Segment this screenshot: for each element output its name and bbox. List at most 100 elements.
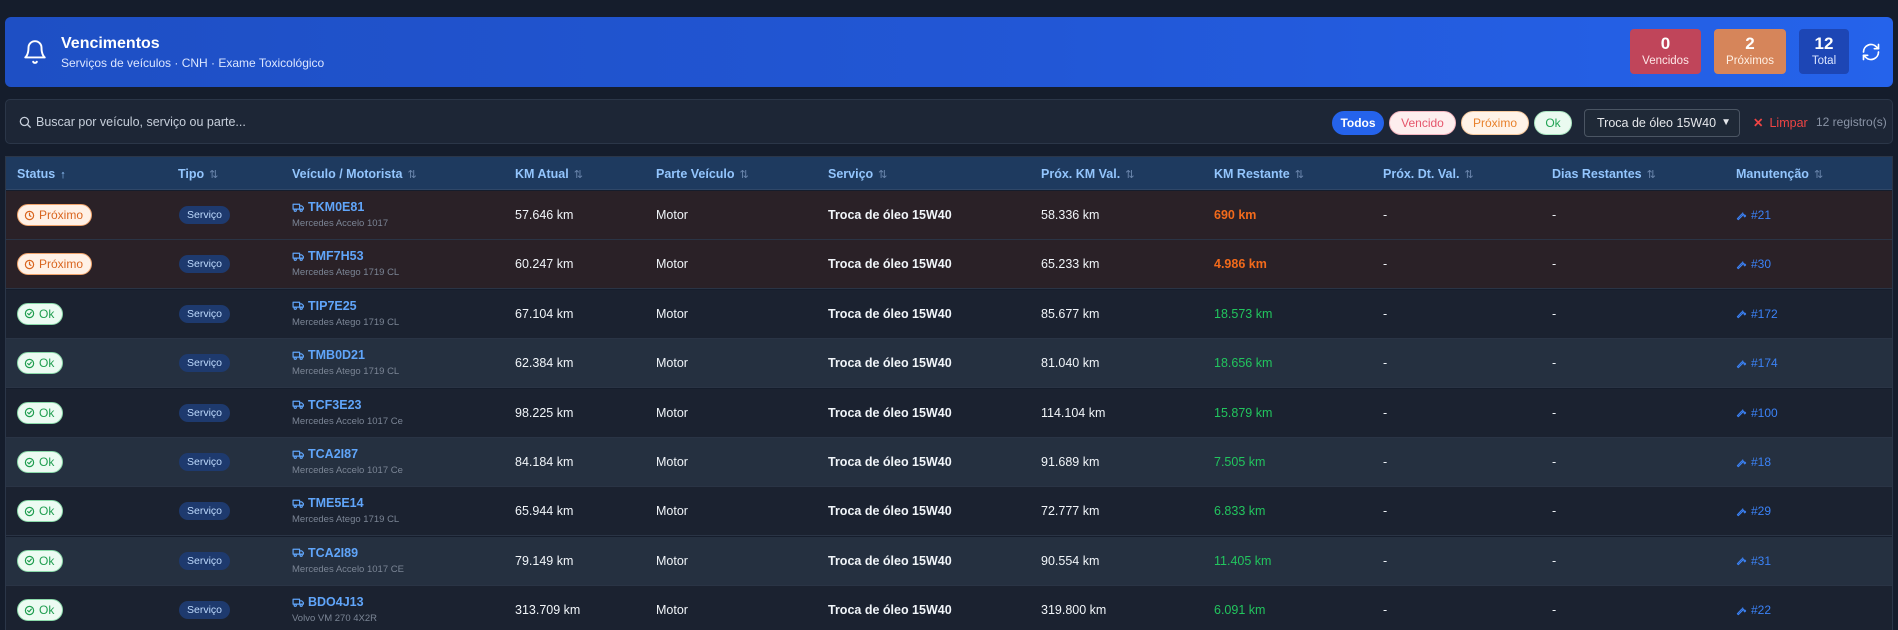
maintenance-link[interactable]: #30 — [1736, 257, 1771, 271]
maintenance-link[interactable]: #29 — [1736, 504, 1771, 518]
vehicle-cell: TCF3E23 Mercedes Accelo 1017 Ce — [292, 398, 403, 427]
maintenance-link[interactable]: #100 — [1736, 406, 1778, 420]
col-parte-header[interactable]: Parte Veículo ⇅ — [656, 167, 749, 181]
table-row[interactable]: Próximo Serviço TKM0E81 Mercedes Accelo … — [6, 191, 1892, 240]
vehicle-plate-link[interactable]: TKM0E81 — [292, 200, 388, 214]
parte-veiculo: Motor — [656, 603, 688, 618]
col-servico-label: Serviço — [828, 167, 874, 181]
vehicle-plate: TKM0E81 — [308, 200, 365, 214]
km-atual: 57.646 km — [515, 208, 574, 222]
col-prox-km-header[interactable]: Próx. KM Val. ⇅ — [1041, 167, 1134, 181]
dias-restantes: - — [1552, 306, 1557, 321]
parte-veiculo: Motor — [656, 504, 688, 519]
vehicle-model: Mercedes Atego 1719 CL — [292, 366, 400, 378]
col-km-atual-label: KM Atual — [515, 167, 569, 181]
prox-km-val: 114.104 km — [1041, 405, 1106, 420]
parte-veiculo: Motor — [656, 405, 688, 420]
clear-filters-button[interactable]: ✕ Limpar — [1753, 115, 1808, 130]
parte-veiculo: Motor — [656, 356, 688, 371]
maintenance-link[interactable]: #18 — [1736, 455, 1771, 469]
table-row[interactable]: Próximo Serviço TMF7H53 Mercedes Atego 1… — [6, 240, 1892, 290]
stat-vencidos-label: Vencidos — [1642, 55, 1689, 67]
vehicle-plate-link[interactable]: TCF3E23 — [292, 398, 403, 412]
prox-dt-val: - — [1383, 553, 1388, 568]
km-atual: 84.184 km — [515, 455, 574, 469]
vehicle-plate-link[interactable]: TMB0D21 — [292, 348, 399, 362]
servico: Troca de óleo 15W40 — [828, 306, 952, 321]
col-veiculo-label: Veículo / Motorista — [292, 167, 403, 181]
table-row[interactable]: Ok Serviço TME5E14 Mercedes Atego 1719 C… — [6, 487, 1892, 537]
sort-icon: ⇅ — [573, 169, 583, 181]
sort-icon: ⇅ — [1294, 169, 1304, 181]
col-tipo-header[interactable]: Tipo ⇅ — [178, 167, 218, 181]
km-atual: 79.149 km — [515, 553, 574, 568]
filter-proximo-chip[interactable]: Próximo — [1461, 111, 1529, 135]
table-row[interactable]: Ok Serviço TCA2I87 Mercedes Accelo 1017 … — [6, 438, 1892, 487]
col-km-restante-header[interactable]: KM Restante ⇅ — [1214, 167, 1304, 181]
table-row[interactable]: Ok Serviço TMB0D21 Mercedes Atego 1719 C… — [6, 339, 1892, 389]
status-badge: Ok — [17, 401, 64, 424]
vehicle-model: Mercedes Accelo 1017 Ce — [292, 415, 403, 427]
col-status-header[interactable]: Status ↑ — [17, 167, 66, 181]
service-select[interactable]: Troca de óleo 15W40 ▼ — [1584, 109, 1740, 137]
stat-proximos[interactable]: 2 Próximos — [1714, 29, 1786, 74]
vehicle-plate-link[interactable]: TME5E14 — [292, 496, 399, 510]
wrench-icon — [1736, 360, 1747, 368]
truck-icon — [292, 301, 304, 311]
status-label: Ok — [39, 603, 55, 618]
vehicle-plate: TCA2I87 — [308, 447, 359, 461]
wrench-icon — [1736, 211, 1747, 220]
vehicle-plate: TIP7E25 — [308, 298, 357, 313]
status-label: Ok — [39, 306, 55, 321]
maintenance-id: #30 — [1751, 257, 1772, 272]
maintenance-id: #172 — [1751, 306, 1778, 321]
maintenance-link[interactable]: #174 — [1736, 356, 1778, 370]
col-dias-header[interactable]: Dias Restantes ⇅ — [1552, 167, 1656, 181]
stat-total[interactable]: 12 Total — [1799, 29, 1849, 74]
status-badge: Ok — [17, 302, 64, 325]
col-km-atual-header[interactable]: KM Atual ⇅ — [515, 167, 583, 181]
filter-vencido-chip[interactable]: Vencido — [1389, 111, 1456, 135]
vehicle-cell: TCA2I89 Mercedes Accelo 1017 CE — [292, 546, 404, 575]
vehicle-plate-link[interactable]: BDO4J13 — [292, 595, 377, 609]
maintenance-link[interactable]: #172 — [1736, 307, 1778, 321]
stat-vencidos[interactable]: 0 Vencidos — [1630, 29, 1701, 74]
maintenance-link[interactable]: #21 — [1736, 208, 1771, 222]
filter-ok-chip[interactable]: Ok — [1534, 111, 1572, 135]
tipo-badge: Serviço — [179, 502, 231, 521]
vehicle-plate-link[interactable]: TCA2I87 — [292, 447, 403, 461]
maintenance-link[interactable]: #31 — [1736, 554, 1771, 568]
col-prox-dt-header[interactable]: Próx. Dt. Val. ⇅ — [1383, 167, 1474, 181]
vehicle-plate: TCF3E23 — [308, 397, 362, 412]
vehicle-model: Mercedes Accelo 1017 CE — [292, 563, 404, 575]
vehicle-plate-link[interactable]: TIP7E25 — [292, 299, 399, 313]
km-atual: 65.944 km — [515, 504, 574, 519]
km-restante: 18.573 km — [1214, 306, 1273, 321]
filter-todos-chip[interactable]: Todos — [1332, 111, 1384, 135]
col-manutencao-header[interactable]: Manutenção ⇅ — [1736, 167, 1823, 181]
maintenance-id: #22 — [1751, 603, 1772, 618]
km-atual: 313.709 km — [515, 603, 581, 618]
table-row[interactable]: Ok Serviço BDO4J13 Volvo VM 270 4X2R 313… — [6, 586, 1892, 630]
col-veiculo-header[interactable]: Veículo / Motorista ⇅ — [292, 167, 417, 181]
prox-dt-val: - — [1383, 455, 1388, 469]
col-servico-header[interactable]: Serviço ⇅ — [828, 167, 887, 181]
col-prox-dt-label: Próx. Dt. Val. — [1383, 167, 1460, 181]
km-atual: 98.225 km — [515, 405, 574, 420]
servico: Troca de óleo 15W40 — [828, 356, 952, 371]
header-banner: Vencimentos Serviços de veículos · CNH ·… — [5, 17, 1893, 87]
maintenance-link[interactable]: #22 — [1736, 603, 1771, 617]
wrench-icon — [1736, 409, 1747, 418]
refresh-icon[interactable] — [1861, 42, 1881, 62]
search-input[interactable] — [36, 110, 636, 134]
wrench-icon — [1736, 458, 1747, 467]
vehicle-plate-link[interactable]: TMF7H53 — [292, 249, 399, 263]
sort-icon: ⇅ — [1464, 169, 1474, 181]
sort-icon: ⇅ — [209, 169, 219, 181]
table-row[interactable]: Ok Serviço TCA2I89 Mercedes Accelo 1017 … — [6, 536, 1892, 586]
table-row[interactable]: Ok Serviço TIP7E25 Mercedes Atego 1719 C… — [6, 289, 1892, 339]
prox-dt-val: - — [1383, 208, 1388, 222]
vehicle-plate-link[interactable]: TCA2I89 — [292, 546, 404, 560]
sort-asc-icon: ↑ — [60, 169, 66, 181]
table-row[interactable]: Ok Serviço TCF3E23 Mercedes Accelo 1017 … — [6, 388, 1892, 438]
